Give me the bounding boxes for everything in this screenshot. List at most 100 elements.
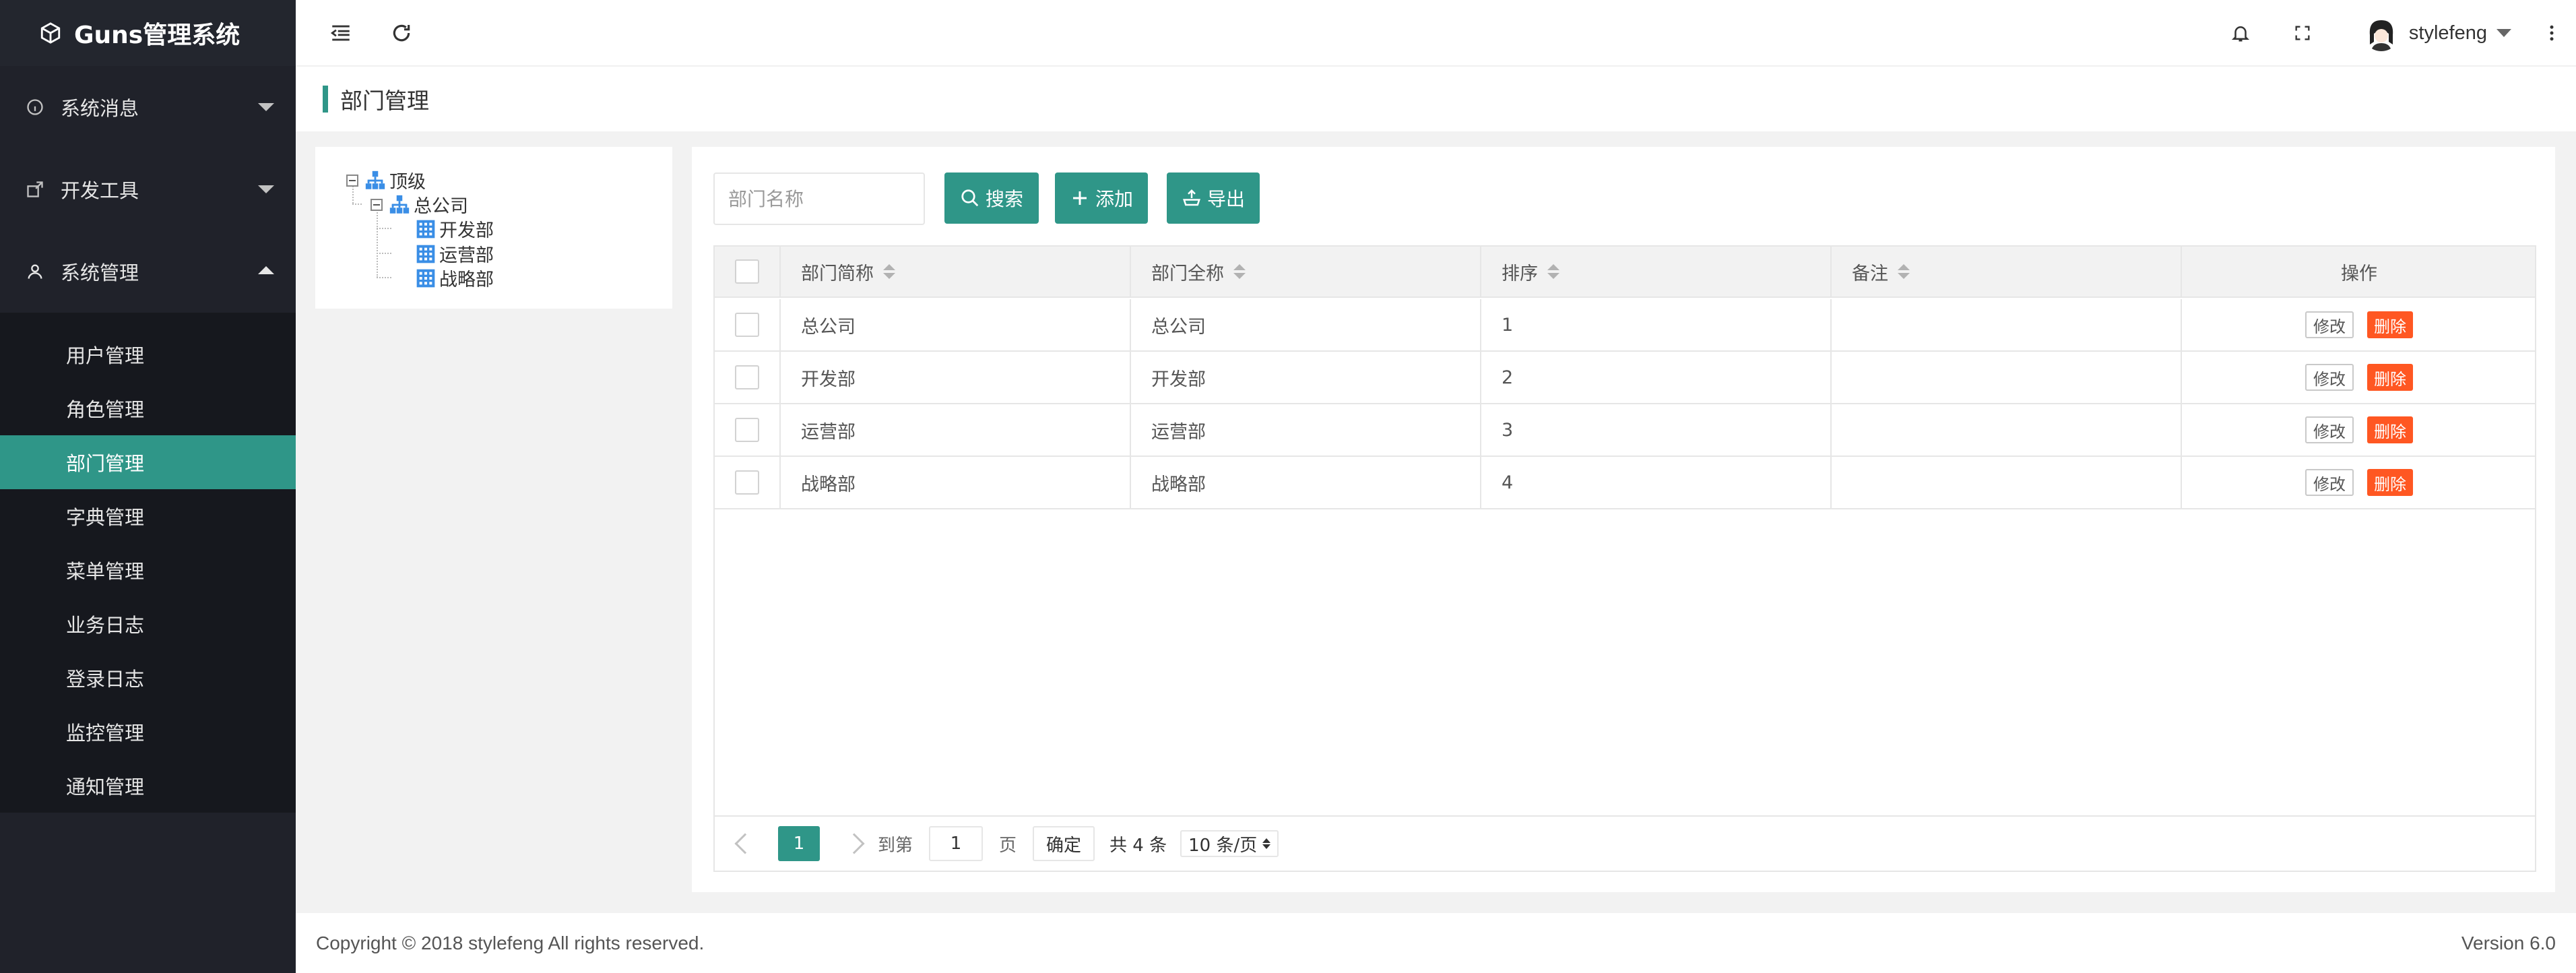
user-menu[interactable]: stylefeng bbox=[2362, 13, 2511, 53]
export-button-label: 导出 bbox=[1206, 188, 1245, 210]
page-size-select[interactable]: 10 条/页 bbox=[1180, 830, 1279, 857]
edit-button[interactable]: 修改 bbox=[2305, 416, 2354, 443]
collapse-icon[interactable] bbox=[346, 174, 358, 187]
sidebar-item-users[interactable]: 用户管理 bbox=[0, 327, 296, 381]
column-header-full-name[interactable]: 部门全称 bbox=[1131, 247, 1481, 296]
tree-node-label: 运营部 bbox=[439, 245, 494, 266]
fullscreen-icon[interactable] bbox=[2290, 20, 2315, 46]
cell-note bbox=[1832, 457, 2182, 508]
search-button-label: 搜索 bbox=[985, 188, 1023, 210]
row-checkbox[interactable] bbox=[735, 365, 759, 389]
column-header-short-name[interactable]: 部门简称 bbox=[781, 247, 1131, 296]
menu-fold-icon[interactable] bbox=[328, 20, 354, 46]
table-row[interactable]: 开发部 开发部 2 修改 删除 bbox=[715, 352, 2535, 404]
sidebar-item-monitor[interactable]: 监控管理 bbox=[0, 705, 296, 759]
cell-note bbox=[1832, 404, 2182, 456]
column-header-sort[interactable]: 排序 bbox=[1481, 247, 1832, 296]
table-row[interactable]: 总公司 总公司 1 修改 删除 bbox=[715, 299, 2535, 352]
tree-node-company[interactable]: 总公司 bbox=[371, 191, 468, 218]
nav-group-devtools[interactable]: 开发工具 bbox=[0, 148, 296, 230]
current-page-button[interactable]: 1 bbox=[778, 826, 820, 861]
cell-actions: 修改 删除 bbox=[2182, 404, 2536, 456]
sidebar-item-label: 字典管理 bbox=[66, 506, 145, 529]
sidebar-item-departments[interactable]: 部门管理 bbox=[0, 435, 296, 489]
row-checkbox-cell bbox=[715, 352, 781, 403]
tree-node-dev[interactable]: 开发部 bbox=[415, 216, 494, 242]
column-header-label: 排序 bbox=[1502, 263, 1538, 284]
cell-actions: 修改 删除 bbox=[2182, 352, 2536, 403]
sort-icon[interactable] bbox=[1898, 264, 1910, 279]
top-header: stylefeng bbox=[296, 0, 2576, 66]
row-checkbox[interactable] bbox=[735, 313, 759, 337]
delete-button[interactable]: 删除 bbox=[2367, 364, 2413, 391]
department-name-input[interactable] bbox=[713, 172, 925, 225]
delete-button[interactable]: 删除 bbox=[2367, 416, 2413, 443]
org-chart-icon bbox=[389, 195, 410, 214]
more-vertical-icon[interactable] bbox=[2539, 20, 2565, 46]
cell-sort: 3 bbox=[1481, 404, 1832, 456]
building-icon bbox=[416, 220, 435, 238]
tree-node-ops[interactable]: 运营部 bbox=[415, 241, 494, 267]
cube-icon bbox=[40, 22, 61, 44]
sidebar-item-login-log[interactable]: 登录日志 bbox=[0, 651, 296, 705]
refresh-icon[interactable] bbox=[389, 20, 414, 46]
nav-group-label: 系统消息 bbox=[61, 97, 139, 120]
column-header-label: 备注 bbox=[1852, 263, 1888, 284]
table-row[interactable]: 战略部 战略部 4 修改 删除 bbox=[715, 457, 2535, 509]
delete-button[interactable]: 删除 bbox=[2367, 469, 2413, 496]
sidebar-item-label: 菜单管理 bbox=[66, 560, 145, 583]
nav-group-messages[interactable]: 系统消息 bbox=[0, 66, 296, 148]
app-logo[interactable]: Guns管理系统 bbox=[0, 0, 296, 66]
search-button[interactable]: 搜索 bbox=[944, 172, 1039, 224]
table-header: 部门简称 部门全称 排序 备注 操作 bbox=[715, 247, 2535, 298]
nav-group-system[interactable]: 系统管理 bbox=[0, 230, 296, 313]
delete-button[interactable]: 删除 bbox=[2367, 311, 2413, 338]
plus-icon bbox=[1072, 191, 1087, 205]
search-icon bbox=[961, 189, 979, 207]
building-icon bbox=[416, 245, 435, 263]
select-arrows-icon bbox=[1262, 838, 1271, 849]
avatar bbox=[2362, 15, 2400, 51]
goto-confirm-button[interactable]: 确定 bbox=[1033, 826, 1095, 861]
sidebar-item-notice[interactable]: 通知管理 bbox=[0, 759, 296, 813]
sidebar-item-dictionary[interactable]: 字典管理 bbox=[0, 489, 296, 543]
cell-short-name: 开发部 bbox=[781, 352, 1131, 403]
cell-actions: 修改 删除 bbox=[2182, 457, 2536, 508]
sidebar: Guns管理系统 系统消息 开发工具 系统管理 用户管理 角色管理 部门管理 字… bbox=[0, 0, 296, 973]
sidebar-item-menus[interactable]: 菜单管理 bbox=[0, 543, 296, 597]
column-header-note[interactable]: 备注 bbox=[1832, 247, 2182, 296]
edit-button[interactable]: 修改 bbox=[2305, 364, 2354, 391]
row-checkbox-cell bbox=[715, 457, 781, 508]
column-header-label: 部门简称 bbox=[801, 263, 874, 284]
goto-label: 到第 bbox=[878, 835, 913, 856]
tree-node-strategy[interactable]: 战略部 bbox=[415, 265, 494, 291]
sort-icon[interactable] bbox=[1233, 264, 1246, 279]
tree-node-root[interactable]: 顶级 bbox=[346, 167, 426, 193]
sidebar-item-label: 登录日志 bbox=[66, 668, 145, 691]
add-button[interactable]: 添加 bbox=[1055, 172, 1148, 224]
prev-page-icon[interactable] bbox=[734, 833, 756, 854]
nav-group-label: 系统管理 bbox=[61, 261, 139, 284]
subnav-system: 用户管理 角色管理 部门管理 字典管理 菜单管理 业务日志 登录日志 监控管理 … bbox=[0, 313, 296, 813]
edit-button[interactable]: 修改 bbox=[2305, 469, 2354, 496]
table-row[interactable]: 运营部 运营部 3 修改 删除 bbox=[715, 404, 2535, 457]
export-button[interactable]: 导出 bbox=[1167, 172, 1260, 224]
cell-sort: 2 bbox=[1481, 352, 1832, 403]
row-checkbox[interactable] bbox=[735, 470, 759, 495]
collapse-icon[interactable] bbox=[371, 198, 383, 211]
sort-icon[interactable] bbox=[1547, 264, 1559, 279]
sidebar-item-business-log[interactable]: 业务日志 bbox=[0, 597, 296, 651]
next-page-icon[interactable] bbox=[843, 833, 865, 854]
row-checkbox[interactable] bbox=[735, 418, 759, 442]
chevron-down-icon bbox=[258, 185, 274, 193]
column-header-label: 部门全称 bbox=[1151, 263, 1224, 284]
sidebar-item-roles[interactable]: 角色管理 bbox=[0, 381, 296, 435]
cell-note bbox=[1832, 299, 2182, 350]
bell-icon[interactable] bbox=[2228, 20, 2253, 46]
row-checkbox-cell bbox=[715, 299, 781, 350]
edit-button[interactable]: 修改 bbox=[2305, 311, 2354, 338]
sort-icon[interactable] bbox=[883, 264, 895, 279]
select-all-checkbox[interactable] bbox=[735, 259, 759, 284]
chevron-down-icon bbox=[258, 103, 274, 111]
goto-page-input[interactable] bbox=[929, 826, 984, 861]
